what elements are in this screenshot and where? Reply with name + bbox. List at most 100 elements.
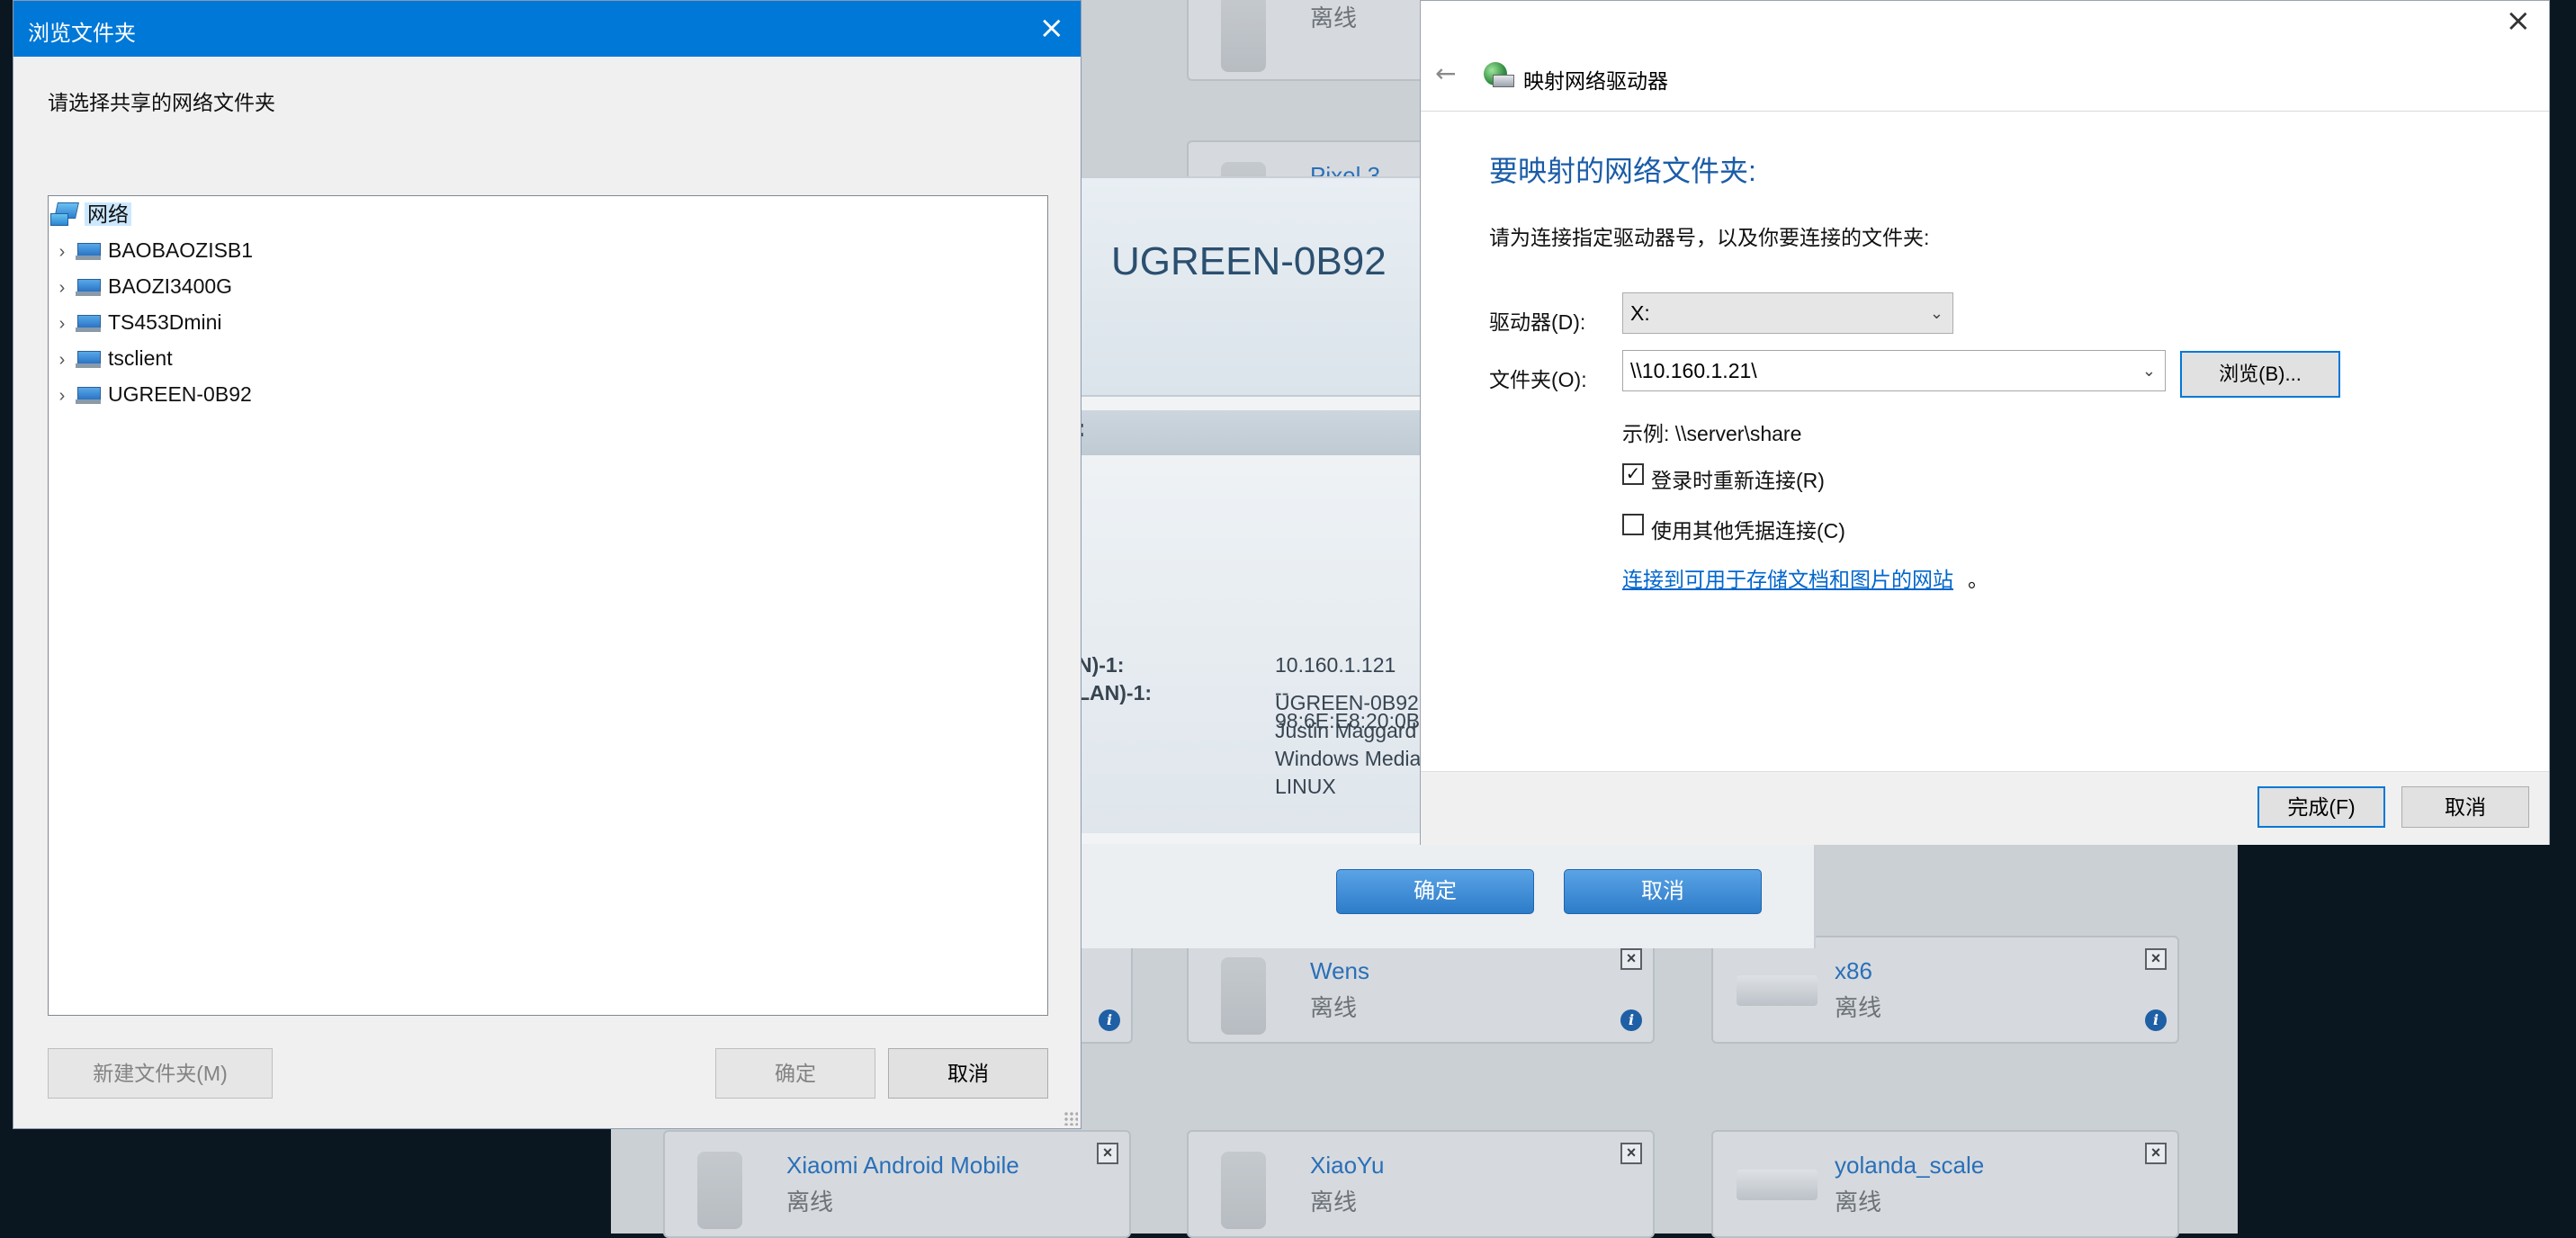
device-name: XiaoYu bbox=[1310, 1152, 1385, 1179]
example-text: 示例: \\server\share bbox=[1622, 422, 1802, 445]
device-dialog-footer: 确定 取消 bbox=[1077, 844, 1814, 948]
other-credentials-checkbox[interactable] bbox=[1622, 514, 1644, 535]
wizard-footer: 完成(F) 取消 bbox=[1421, 771, 2549, 845]
device-status: 离线 bbox=[786, 1189, 834, 1216]
tree-item[interactable]: › tsclient bbox=[49, 342, 173, 374]
tree-item-label: BAOBAOZISB1 bbox=[108, 238, 254, 262]
website-link[interactable]: 连接到可用于存储文档和图片的网站 bbox=[1622, 562, 1953, 593]
ip-value: 10.160.1.121 bbox=[1275, 653, 1396, 677]
drive-label: 驱动器(D): bbox=[1489, 310, 1586, 334]
tree-item[interactable]: › TS453Dmini bbox=[49, 306, 222, 338]
info-icon[interactable]: i bbox=[1620, 1009, 1642, 1031]
phone-icon bbox=[1221, 0, 1266, 72]
info-label: N)-1: bbox=[1077, 653, 1125, 677]
browse-ok-button[interactable]: 确定 bbox=[715, 1048, 875, 1099]
info-value: -- bbox=[1275, 681, 1289, 704]
browse-title-bar: 浏览文件夹 × bbox=[13, 1, 1081, 57]
remove-device-icon[interactable]: × bbox=[1097, 1143, 1118, 1164]
back-arrow-icon[interactable]: ← bbox=[1435, 58, 1456, 88]
mac-value: 98:6E:E8:20:0B bbox=[1275, 709, 1421, 732]
device-name: x86 bbox=[1835, 957, 1872, 984]
computer-icon bbox=[76, 241, 103, 261]
folder-label: 文件夹(O): bbox=[1489, 368, 1587, 391]
folder-path-input[interactable]: \\10.160.1.21\ ⌄ bbox=[1622, 350, 2166, 391]
device-card[interactable]: x86 离线 × i bbox=[1711, 936, 2179, 1044]
drive-letter-select[interactable]: X: ⌄ bbox=[1622, 292, 1953, 334]
device-card[interactable]: yolanda_scale 离线 × bbox=[1711, 1130, 2179, 1238]
info-value: LINUX bbox=[1275, 775, 1336, 798]
tree-item[interactable]: › BAOZI3400G bbox=[49, 270, 232, 302]
remove-device-icon[interactable]: × bbox=[1620, 948, 1642, 970]
device-status: 离线 bbox=[1310, 994, 1358, 1021]
info-label: LAN)-1: bbox=[1077, 681, 1153, 704]
device-status: 离线 bbox=[1835, 1189, 1882, 1216]
browse-button[interactable]: 浏览(B)... bbox=[2180, 351, 2340, 398]
device-card[interactable]: XiaoYu 离线 × bbox=[1187, 1130, 1655, 1238]
device-name: Xiaomi Android Mobile bbox=[786, 1152, 1019, 1179]
computer-icon bbox=[76, 313, 103, 333]
device-status: 离线 bbox=[1310, 4, 1358, 31]
wizard-cancel-button[interactable]: 取消 bbox=[2401, 786, 2529, 828]
chevron-right-icon[interactable]: › bbox=[49, 380, 76, 412]
new-folder-button[interactable]: 新建文件夹(M) bbox=[48, 1048, 273, 1099]
device-status: 离线 bbox=[1310, 1189, 1358, 1216]
close-icon[interactable]: × bbox=[2506, 3, 2532, 39]
tree-item[interactable]: › BAOBAOZISB1 bbox=[49, 234, 253, 266]
header-divider bbox=[1421, 111, 2549, 112]
folder-path-value: \\10.160.1.21\ bbox=[1630, 359, 1757, 382]
chevron-right-icon[interactable]: › bbox=[49, 236, 76, 268]
device-name: yolanda_scale bbox=[1835, 1152, 1985, 1179]
device-ok-button[interactable]: 确定 bbox=[1336, 869, 1534, 914]
wizard-description: 请为连接指定驱动器号，以及你要连接的文件夹: bbox=[1489, 226, 1930, 249]
other-credentials-label[interactable]: 使用其他凭据连接(C) bbox=[1651, 514, 1845, 544]
chevron-right-icon[interactable]: › bbox=[49, 308, 76, 340]
tree-item-label: TS453Dmini bbox=[108, 310, 222, 334]
device-status: 离线 bbox=[1835, 994, 1882, 1021]
remove-device-icon[interactable]: × bbox=[2145, 1143, 2167, 1164]
browse-cancel-button[interactable]: 取消 bbox=[888, 1048, 1048, 1099]
info-icon[interactable]: i bbox=[1099, 1009, 1120, 1031]
device-card[interactable]: Wens 离线 × i bbox=[1187, 936, 1655, 1044]
browse-folder-dialog: 浏览文件夹 × 请选择共享的网络文件夹 网络 › BAOBAOZISB1 › BAO… bbox=[13, 0, 1082, 1129]
chevron-down-icon: ⌄ bbox=[1929, 304, 1943, 322]
device-box-icon bbox=[1737, 975, 1818, 1006]
tree-item-label: tsclient bbox=[108, 346, 173, 370]
reconnect-checkbox[interactable]: ✓ bbox=[1622, 463, 1644, 485]
computer-icon bbox=[76, 349, 103, 369]
computer-icon bbox=[76, 277, 103, 297]
tree-item-label: BAOZI3400G bbox=[108, 274, 233, 298]
reconnect-label[interactable]: 登录时重新连接(R) bbox=[1651, 463, 1825, 494]
link-suffix: 。 bbox=[1968, 568, 1988, 591]
map-drive-icon bbox=[1484, 62, 1514, 89]
tree-item[interactable]: › UGREEN-0B92 bbox=[49, 378, 252, 410]
network-icon bbox=[50, 202, 79, 226]
info-value: Windows Media bbox=[1275, 747, 1422, 770]
device-cancel-button[interactable]: 取消 bbox=[1564, 869, 1762, 914]
tree-root-label: 网络 bbox=[85, 202, 131, 226]
chevron-right-icon[interactable]: › bbox=[49, 344, 76, 376]
tree-item-label: UGREEN-0B92 bbox=[108, 382, 252, 406]
chevron-right-icon[interactable]: › bbox=[49, 272, 76, 304]
phone-icon bbox=[697, 1152, 742, 1229]
finish-button[interactable]: 完成(F) bbox=[2257, 786, 2385, 828]
phone-icon bbox=[1221, 1152, 1266, 1229]
computer-icon bbox=[76, 385, 103, 405]
browse-title: 浏览文件夹 bbox=[28, 22, 136, 46]
device-name: Wens bbox=[1310, 957, 1369, 984]
chevron-down-icon[interactable]: ⌄ bbox=[2142, 351, 2156, 390]
wizard-title: 映射网络驱动器 bbox=[1523, 69, 1668, 93]
network-folder-tree[interactable]: 网络 › BAOBAOZISB1 › BAOZI3400G › TS453Dmini … bbox=[48, 195, 1048, 1016]
drive-letter-value: X: bbox=[1630, 301, 1650, 325]
device-card[interactable]: Xiaomi Android Mobile 离线 × bbox=[663, 1130, 1131, 1238]
phone-icon bbox=[1221, 957, 1266, 1035]
close-icon[interactable]: × bbox=[1039, 10, 1065, 46]
resize-grip-icon[interactable] bbox=[1064, 1111, 1078, 1126]
browse-prompt: 请选择共享的网络文件夹 bbox=[48, 91, 275, 114]
tree-root-network[interactable]: 网络 bbox=[50, 198, 131, 230]
map-network-drive-dialog: × ← 映射网络驱动器 要映射的网络文件夹: 请为连接指定驱动器号，以及你要连接… bbox=[1420, 0, 2550, 845]
remove-device-icon[interactable]: × bbox=[2145, 948, 2167, 970]
remove-device-icon[interactable]: × bbox=[1620, 1143, 1642, 1164]
wizard-heading: 要映射的网络文件夹: bbox=[1489, 155, 1756, 187]
info-icon[interactable]: i bbox=[2145, 1009, 2167, 1031]
device-box-icon bbox=[1737, 1170, 1818, 1200]
